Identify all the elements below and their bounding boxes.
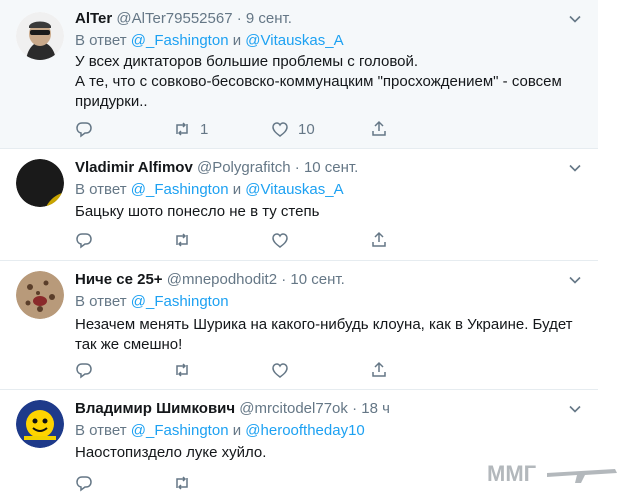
- reply-conjunction: и: [232, 181, 242, 198]
- tweet-header: Vladimir Alfimov @Polygrafitch · 10 сент…: [75, 159, 358, 176]
- mention-link[interactable]: @Vitauskas_A: [245, 32, 343, 49]
- mention-link[interactable]: @_Fashington: [131, 32, 229, 49]
- tweet[interactable]: Vladimir Alfimov @Polygrafitch · 10 сент…: [0, 149, 598, 261]
- reply-prefix: В ответ: [75, 422, 127, 439]
- tweet-text-line: А те, что с совково-бесовско-коммунацким…: [75, 73, 562, 110]
- mention-link[interactable]: @_Fashington: [131, 181, 229, 198]
- tweet-actions: [75, 473, 405, 493]
- tweet-text: Незачем менять Шурика на какого-нибудь к…: [75, 315, 580, 355]
- tweet-actions: [75, 230, 405, 250]
- share-icon: [372, 120, 386, 136]
- reply-icon: [76, 233, 92, 249]
- reply-icon: [76, 476, 92, 492]
- retweet-count: 1: [200, 120, 209, 138]
- reply-prefix: В ответ: [75, 181, 127, 198]
- reply-button[interactable]: [75, 473, 93, 493]
- chevron-down-icon[interactable]: [568, 273, 582, 287]
- like-count: 10: [298, 120, 315, 138]
- tweet-time[interactable]: 9 сент.: [246, 10, 292, 27]
- author-name[interactable]: AlTer: [75, 10, 112, 27]
- tweet-text-line: Бацьку шото понесло не в ту степь: [75, 203, 320, 220]
- tweet[interactable]: Ниче се 25+ @mnepodhodit2 · 10 сент. В о…: [0, 261, 598, 390]
- mention-link[interactable]: @_Fashington: [131, 422, 229, 439]
- reply-conjunction: и: [232, 32, 242, 49]
- reply-prefix: В ответ: [75, 32, 127, 49]
- tweet-time[interactable]: 18 ч: [361, 400, 390, 417]
- retweet-icon: [176, 233, 188, 247]
- watermark-text: ММГ: [487, 461, 537, 486]
- tweet[interactable]: AlTer @AlTer79552567 · 9 сент. В ответ @…: [0, 0, 598, 149]
- retweet-icon: [176, 476, 188, 490]
- avatar[interactable]: [16, 12, 64, 60]
- tweet-header: Ниче се 25+ @mnepodhodit2 · 10 сент.: [75, 271, 345, 288]
- author-handle[interactable]: @AlTer79552567: [116, 10, 232, 27]
- reply-button[interactable]: [75, 230, 93, 250]
- share-button[interactable]: [370, 360, 388, 380]
- tweet-time[interactable]: 10 сент.: [290, 271, 344, 288]
- retweet-button[interactable]: [173, 230, 191, 250]
- reply-icon: [76, 122, 92, 138]
- tweet-text-line: так же смешно!: [75, 336, 183, 353]
- separator-dot: ·: [281, 271, 287, 288]
- author-handle[interactable]: @Polygrafitch: [197, 159, 291, 176]
- watermark-logo: ММГ: [487, 461, 617, 486]
- mention-link[interactable]: @herooftheday10: [245, 422, 364, 439]
- share-button[interactable]: [370, 230, 388, 250]
- avatar[interactable]: [16, 271, 64, 319]
- reply-context: В ответ @_Fashington и @Vitauskas_A: [75, 181, 344, 198]
- tweet-header: AlTer @AlTer79552567 · 9 сент.: [75, 10, 292, 27]
- share-icon: [372, 361, 386, 377]
- reply-context: В ответ @_Fashington и @herooftheday10: [75, 422, 365, 439]
- tweet-text: Бацьку шото понесло не в ту степь: [75, 202, 580, 222]
- tweet-text-line: У всех диктаторов большие проблемы с гол…: [75, 53, 419, 70]
- reply-conjunction: и: [232, 422, 242, 439]
- chevron-down-icon[interactable]: [568, 402, 582, 416]
- separator-dot: ·: [236, 10, 242, 27]
- like-button[interactable]: [271, 230, 289, 250]
- heart-icon: [272, 363, 288, 378]
- heart-icon: [272, 122, 288, 137]
- retweet-icon: [176, 122, 188, 136]
- mention-link[interactable]: @_Fashington: [131, 293, 229, 310]
- separator-dot: ·: [294, 159, 300, 176]
- tweet-actions: [75, 360, 405, 380]
- retweet-button[interactable]: [173, 473, 191, 493]
- reply-button[interactable]: [75, 119, 93, 139]
- tweet-actions: 1 10: [75, 119, 405, 139]
- author-name[interactable]: Владимир Шимкович: [75, 400, 235, 417]
- tweet-feed: AlTer @AlTer79552567 · 9 сент. В ответ @…: [0, 0, 598, 499]
- author-handle[interactable]: @mnepodhodit2: [167, 271, 277, 288]
- reply-icon: [76, 363, 92, 379]
- right-gutter: [598, 0, 633, 499]
- reply-button[interactable]: [75, 360, 93, 380]
- share-button[interactable]: [370, 119, 388, 139]
- tweet-text: У всех диктаторов большие проблемы с гол…: [75, 52, 580, 112]
- tweet-header: Владимир Шимкович @mrcitodel77ok · 18 ч: [75, 400, 390, 417]
- separator-dot: ·: [352, 400, 358, 417]
- like-button[interactable]: 10: [271, 119, 315, 139]
- chevron-down-icon[interactable]: [568, 12, 582, 26]
- avatar[interactable]: [16, 159, 64, 207]
- retweet-button[interactable]: [173, 360, 191, 380]
- retweet-button[interactable]: 1: [173, 119, 208, 139]
- reply-context: В ответ @_Fashington: [75, 293, 229, 310]
- retweet-icon: [176, 363, 188, 377]
- author-name[interactable]: Vladimir Alfimov: [75, 159, 193, 176]
- tweet-text-line: Незачем менять Шурика на какого-нибудь к…: [75, 316, 573, 333]
- chevron-down-icon[interactable]: [568, 161, 582, 175]
- tweet-time[interactable]: 10 сент.: [304, 159, 358, 176]
- share-icon: [372, 231, 386, 247]
- author-handle[interactable]: @mrcitodel77ok: [239, 400, 348, 417]
- reply-prefix: В ответ: [75, 293, 127, 310]
- author-name[interactable]: Ниче се 25+: [75, 271, 163, 288]
- heart-icon: [272, 233, 288, 248]
- reply-context: В ответ @_Fashington и @Vitauskas_A: [75, 32, 344, 49]
- mention-link[interactable]: @Vitauskas_A: [245, 181, 343, 198]
- avatar[interactable]: [16, 400, 64, 448]
- like-button[interactable]: [271, 360, 289, 380]
